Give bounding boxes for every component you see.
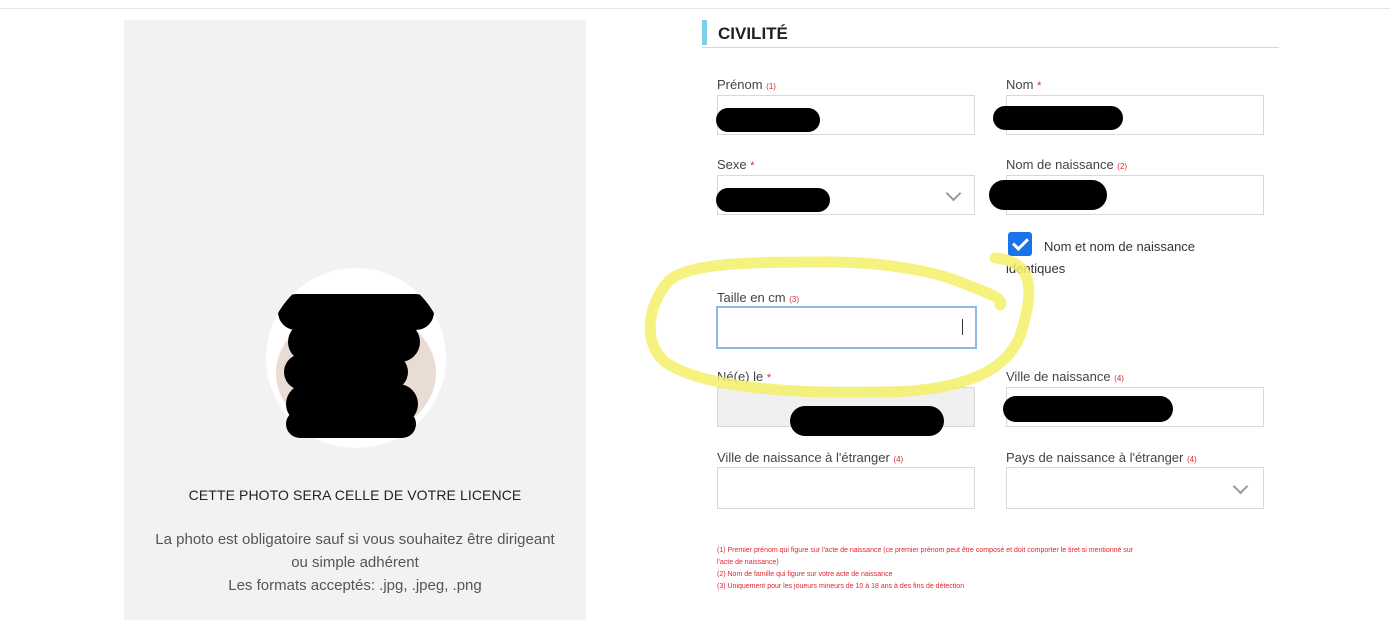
highlight-annotation: [644, 252, 1035, 398]
